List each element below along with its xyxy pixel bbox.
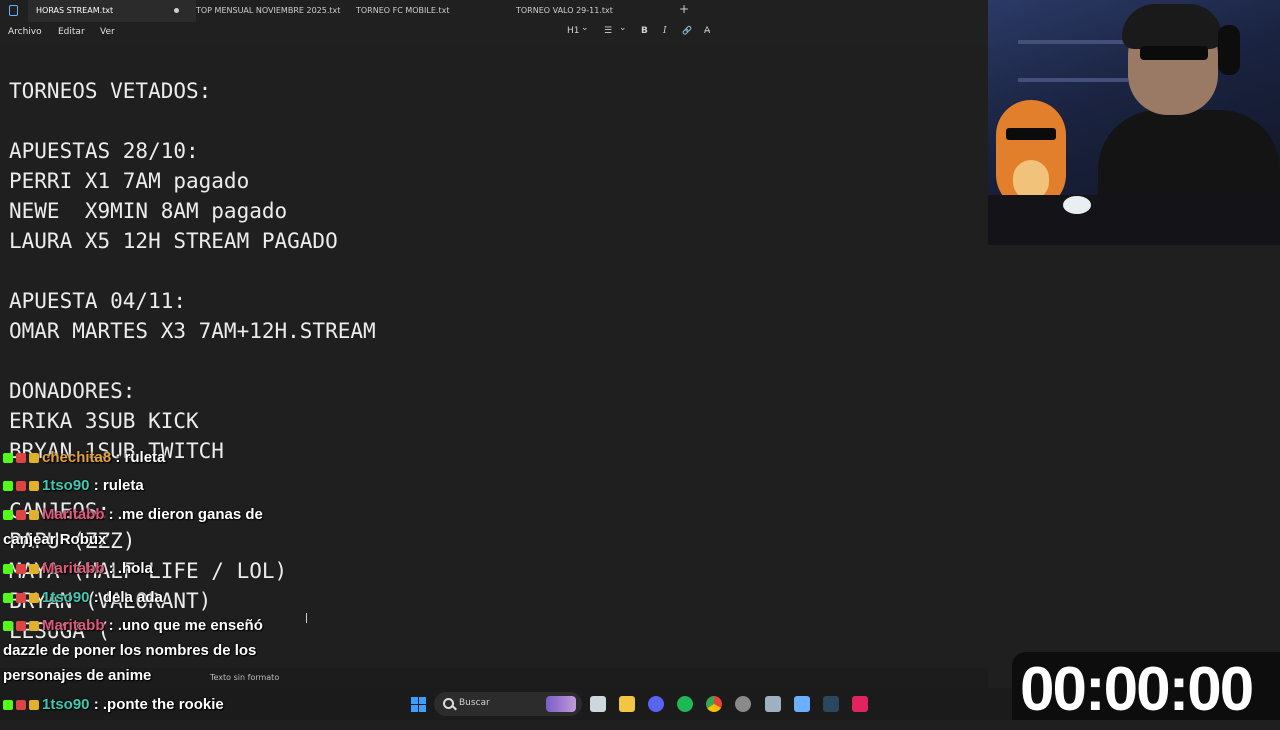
sunglasses-image	[1140, 46, 1208, 60]
gifter-badge-icon	[29, 510, 39, 520]
obs-icon[interactable]	[735, 696, 751, 712]
menu-edit[interactable]: Editar	[58, 27, 85, 37]
sub-badge-icon	[16, 453, 26, 463]
kick-badge-icon	[3, 481, 13, 491]
chat-username: Maritabb	[42, 560, 105, 577]
sub-badge-icon	[16, 564, 26, 574]
kick-badge-icon	[3, 700, 13, 710]
link-icon[interactable]: 🔗	[682, 26, 692, 35]
heading-dropdown[interactable]: H1	[567, 26, 580, 36]
chat-username: 1tso90	[42, 477, 90, 494]
chat-text: : .ponte the rookie	[89, 696, 224, 713]
sub-badge-icon	[16, 510, 26, 520]
format-status[interactable]: Texto sin formato	[210, 673, 279, 682]
sub-badge-icon	[16, 621, 26, 631]
chat-username: chechita8	[42, 449, 112, 466]
search-label: Buscar	[459, 698, 490, 708]
italic-button[interactable]: I	[663, 26, 667, 36]
chat-text: : .hola	[104, 560, 153, 577]
chat-text: : .me dieron ganas de	[104, 506, 263, 523]
chat-message: Maritabb : .hola	[3, 560, 153, 577]
unsaved-dot-icon[interactable]	[174, 8, 179, 13]
chat-overlay: chechita8 : ruleta 1tso90 : ruleta Maritab…	[0, 0, 263, 713]
steam-icon[interactable]	[823, 696, 839, 712]
tab-torneo-valo[interactable]: TORNEO VALO 29-11.txt	[516, 0, 613, 22]
tab-horas-stream[interactable]: HORAS STREAM.txt	[28, 0, 196, 22]
clear-format-icon[interactable]: A̶	[704, 26, 710, 36]
spotify-icon[interactable]	[677, 696, 693, 712]
list-icon[interactable]: ☰	[604, 26, 612, 36]
headphones-image	[1218, 25, 1240, 75]
valorant-icon[interactable]	[852, 696, 868, 712]
file-explorer-icon[interactable]	[619, 696, 635, 712]
chat-username: 1tso90	[42, 589, 90, 606]
chat-message: 1tso90 : ruleta	[3, 477, 144, 494]
search-icon-handle	[452, 705, 457, 711]
tab-top-mensual[interactable]: TOP MENSUAL NOVIEMBRE 2025.txt	[196, 0, 340, 22]
gifter-badge-icon	[29, 621, 39, 631]
plush-sunglasses-image	[1006, 128, 1056, 140]
notepad-taskbar-icon[interactable]	[794, 696, 810, 712]
tab-label: TOP MENSUAL NOVIEMBRE 2025.txt	[196, 6, 341, 15]
stream-timer: 00:00:00	[1020, 655, 1254, 724]
shelf-image	[1018, 78, 1128, 82]
kick-badge-icon	[3, 621, 13, 631]
webcam-overlay	[988, 0, 1280, 245]
chevron-down-icon: ⌄	[581, 23, 589, 33]
chat-text: : ruleta	[111, 449, 166, 466]
chat-message: 1tso90 : .ponte the rookie	[3, 696, 224, 713]
menu-view[interactable]: Ver	[100, 27, 115, 37]
chat-text-continued: canjear Robux	[3, 531, 107, 548]
chat-message: 1tso90 : dela ada	[3, 589, 163, 606]
chat-text-continued: personajes de anime	[3, 667, 152, 684]
gifter-badge-icon	[29, 564, 39, 574]
notepad-icon	[9, 5, 18, 16]
tab-label: TORNEO FC MOBILE.txt	[356, 6, 450, 15]
kick-badge-icon	[3, 510, 13, 520]
gifter-badge-icon	[29, 481, 39, 491]
bold-button[interactable]: B	[641, 26, 648, 36]
tab-torneo-fc-mobile[interactable]: TORNEO FC MOBILE.txt	[356, 0, 449, 22]
search-highlight-image	[546, 696, 576, 712]
windows-start-icon[interactable]	[411, 697, 426, 712]
tab-label: TORNEO VALO 29-11.txt	[516, 6, 613, 15]
chat-message: chechita8 : ruleta	[3, 449, 165, 466]
chat-message: Maritabb : .uno que me enseñó	[3, 617, 263, 634]
chat-username: Maritabb	[42, 506, 105, 523]
gifter-badge-icon	[29, 453, 39, 463]
gifter-badge-icon	[29, 593, 39, 603]
chat-username: 1tso90	[42, 696, 90, 713]
plush-belly-image	[1013, 160, 1049, 200]
chevron-down-icon: ⌄	[619, 23, 627, 33]
desk-image	[988, 195, 1280, 245]
chat-message: Maritabb : .me dieron ganas de	[3, 506, 263, 523]
kick-badge-icon	[3, 564, 13, 574]
text-cursor-icon	[306, 613, 307, 623]
task-view-icon[interactable]	[590, 696, 606, 712]
chat-text: : ruleta	[89, 477, 144, 494]
chat-text: : dela ada	[89, 589, 163, 606]
sub-badge-icon	[16, 593, 26, 603]
menu-file[interactable]: Archivo	[8, 27, 42, 37]
kick-badge-icon	[3, 453, 13, 463]
chat-text-continued: dazzle de poner los nombres de los	[3, 642, 257, 659]
chat-username: Maritabb	[42, 617, 105, 634]
calculator-icon[interactable]	[765, 696, 781, 712]
shelf-image	[1018, 40, 1128, 44]
taskbar-search[interactable]: Buscar	[434, 692, 582, 716]
chrome-icon[interactable]	[706, 696, 722, 712]
sub-badge-icon	[16, 700, 26, 710]
gifter-badge-icon	[29, 700, 39, 710]
sub-badge-icon	[16, 481, 26, 491]
chat-text: : .uno que me enseñó	[104, 617, 263, 634]
tab-label: HORAS STREAM.txt	[36, 6, 114, 15]
discord-icon[interactable]	[648, 696, 664, 712]
mouse-image	[1063, 196, 1091, 214]
streamer-hair-image	[1122, 4, 1222, 49]
new-tab-button[interactable]: +	[679, 2, 689, 16]
kick-badge-icon	[3, 593, 13, 603]
